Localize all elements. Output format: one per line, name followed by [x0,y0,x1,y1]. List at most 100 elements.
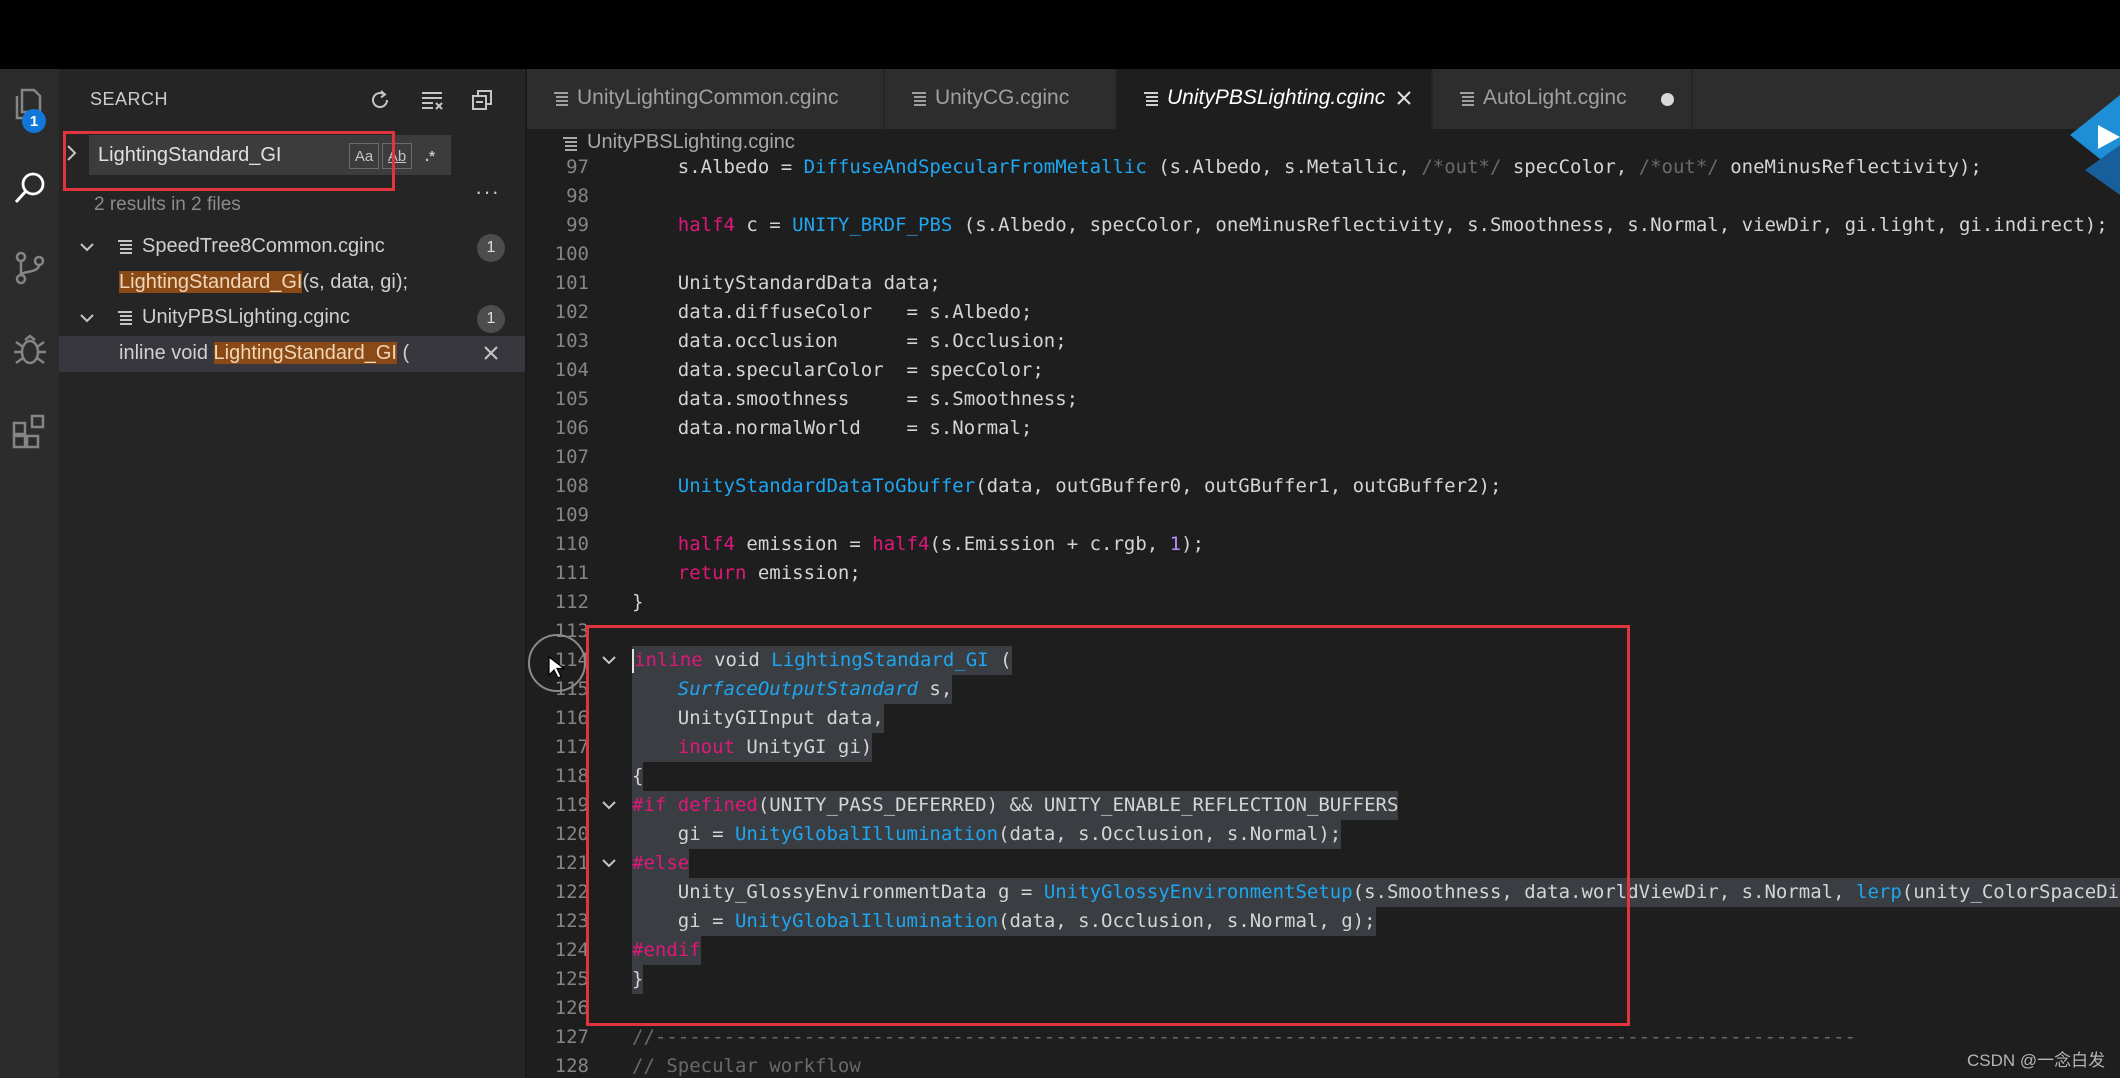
toggle-search-details-button[interactable]: ··· [475,179,500,205]
code-line[interactable]: 99 half4 c = UNITY_BRDF_PBS (s.Albedo, s… [527,211,2120,240]
file-lines-icon [1144,92,1158,106]
code-line[interactable]: 107 [527,443,2120,472]
clear-results-icon[interactable] [415,83,449,117]
code-line[interactable]: 97 s.Albedo = DiffuseAndSpecularFromMeta… [527,159,2120,182]
line-number: 123 [554,910,589,932]
top-black-bar [0,0,2120,69]
result-summary: 2 results in 2 files [94,194,241,215]
code-line[interactable]: 112} [527,588,2120,617]
tab-unitylightingcommon[interactable]: UnityLightingCommon.cginc [527,69,885,129]
breadcrumb: UnityPBSLighting.cginc [527,129,2120,159]
line-number: 128 [554,1055,589,1077]
line-number: 122 [554,881,589,903]
line-number: 100 [554,243,589,265]
code-line[interactable]: 100 [527,240,2120,269]
code-token: data.diffuseColor = s.Albedo; [632,301,1033,323]
code-line[interactable]: 104 data.specularColor = specColor; [527,356,2120,385]
line-number: 119 [554,794,589,816]
search-sidebar: SEARCH Aa Ab .* ··· 2 results in 2 files… [59,69,525,1078]
line-number: 103 [554,330,589,352]
code-token: specColor, [1501,159,1639,178]
collapse-all-icon[interactable] [465,83,499,117]
code-line[interactable]: 108 UnityStandardDataToGbuffer(data, out… [527,472,2120,501]
code-token: ); [1181,533,1205,555]
code-token: (s.Albedo, specColor, oneMinusReflectivi… [952,214,2108,236]
code-line[interactable]: 102 data.diffuseColor = s.Albedo; [527,298,2120,327]
code-text: s.Albedo = DiffuseAndSpecularFromMetalli… [632,159,1982,182]
code-line[interactable]: 106 data.normalWorld = s.Normal; [527,414,2120,443]
refresh-icon[interactable] [363,83,397,117]
line-number: 126 [554,997,589,1019]
line-number: 109 [554,504,589,526]
tab-label: UnityLightingCommon.cginc [577,86,839,109]
result-file-name: UnityPBSLighting.cginc [142,306,350,328]
code-line[interactable]: 103 data.occlusion = s.Occlusion; [527,327,2120,356]
match-hit: LightingStandard_GI [119,271,303,293]
use-regex-button[interactable]: .* [415,143,445,169]
match-count-badge: 1 [477,305,505,333]
match-text: inline void LightingStandard_GI ( [119,342,410,364]
dismiss-result-close-icon[interactable] [479,341,503,365]
result-file-row[interactable]: UnityPBSLighting.cginc 1 [59,300,525,336]
line-number: 107 [554,446,589,468]
files-icon[interactable]: 1 [0,69,59,139]
annotation-box-search [63,131,395,191]
source-control-icon[interactable] [0,233,59,303]
line-number: 102 [554,301,589,323]
code-line[interactable]: 128 // Specular workflow [527,1052,2120,1078]
code-token: half4 [677,533,735,555]
breadcrumb-file[interactable]: UnityPBSLighting.cginc [587,131,795,154]
result-file-row[interactable]: SpeedTree8Common.cginc 1 [59,229,525,265]
extensions-icon[interactable] [0,396,59,466]
line-number: 104 [554,359,589,381]
code-token: half4 [872,533,930,555]
code-line[interactable]: 101 UnityStandardData data; [527,269,2120,298]
code-token: UnityStandardData data; [632,272,941,294]
file-lines-icon [563,137,577,151]
match-count-badge: 1 [477,234,505,262]
code-text: } [632,588,643,617]
unsaved-dot-icon[interactable] [1661,93,1674,106]
code-line[interactable]: 105 data.smoothness = s.Smoothness; [527,385,2120,414]
code-text: half4 emission = half4(s.Emission + c.rg… [632,530,1204,559]
close-tab-icon[interactable] [1393,87,1415,109]
line-number: 112 [554,591,589,613]
chevron-down-icon [80,314,94,323]
code-text: //--------------------------------------… [632,1023,1856,1052]
editor-tab-bar: UnityLightingCommon.cginc UnityCG.cginc … [527,69,2120,129]
watermark: CSDN @一念白发 [1967,1051,2106,1070]
tab-autolight[interactable]: AutoLight.cginc [1433,69,1693,129]
code-line[interactable]: 98 [527,182,2120,211]
code-token: s.Albedo = [632,159,804,178]
code-token: data.occlusion = s.Occlusion; [632,330,1067,352]
line-number: 117 [554,736,589,758]
result-file-name: SpeedTree8Common.cginc [142,235,385,257]
result-match-row-selected[interactable]: inline void LightingStandard_GI ( [59,336,525,372]
code-token: return [677,562,747,584]
line-number: 101 [554,272,589,294]
code-token: /*out*/ [1638,159,1719,178]
code-line[interactable]: 127 //-----------------------------------… [527,1023,2120,1052]
search-icon[interactable] [0,153,59,223]
tab-unitycg[interactable]: UnityCG.cginc [885,69,1117,129]
code-text: UnityStandardData data; [632,269,941,298]
chevron-down-icon [80,243,94,252]
code-token: // Specular workflow [632,1055,861,1077]
code-line[interactable]: 111 return emission; [527,559,2120,588]
code-line[interactable]: 109 [527,501,2120,530]
code-token: //--------------------------------------… [632,1026,1856,1048]
result-match-row[interactable]: LightingStandard_GI(s, data, gi); [59,265,525,301]
tab-unitypbslighting[interactable]: UnityPBSLighting.cginc [1117,69,1433,129]
code-token: oneMinusReflectivity); [1718,159,1982,178]
code-token: UNITY_BRDF_PBS [792,214,953,236]
line-number: 121 [554,852,589,874]
code-line[interactable]: 110 half4 emission = half4(s.Emission + … [527,530,2120,559]
line-number: 111 [554,562,589,584]
code-token: } [632,591,644,613]
explorer-badge: 1 [22,109,46,133]
debug-icon[interactable] [0,315,59,385]
